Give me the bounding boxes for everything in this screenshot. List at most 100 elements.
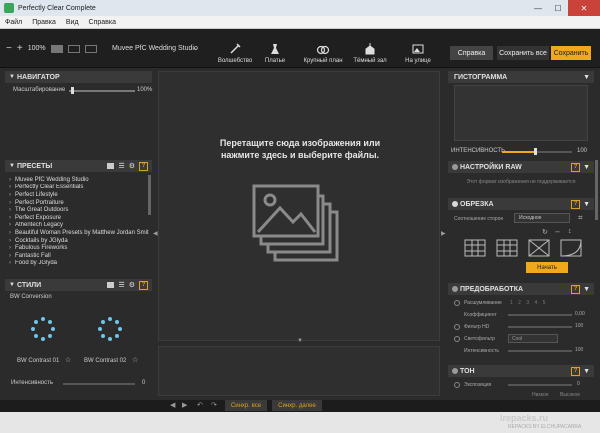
crop-start-button[interactable]: Начать [526,262,568,273]
crop-header[interactable]: ОБРЕЗКА ? ▼ [448,198,594,210]
tone-option-high[interactable]: Высокое [560,392,580,398]
menu-edit[interactable]: Правка [32,19,56,26]
styles-header[interactable]: ▼ СТИЛИ ☰ ⚙ ? [5,279,152,291]
help-icon[interactable]: ? [571,366,580,376]
collapse-icon[interactable]: ▼ [583,74,590,81]
list-item[interactable]: Perfectly Clear Essentials [9,184,149,192]
next-image-icon[interactable]: ▶ [182,401,187,409]
grid-view-icon[interactable] [107,163,115,169]
image-drop-area[interactable]: Перетащите сюда изображения или нажмите … [158,71,440,344]
preset-scrollbar[interactable] [148,175,151,215]
undo-icon[interactable]: ↶ [197,401,203,409]
list-item[interactable]: Muvee PfC Wedding Studio [9,176,149,184]
help-icon[interactable]: ? [139,280,148,290]
crop-ratio-select[interactable]: Исходное [514,213,570,223]
close-icon[interactable]: ✕ [568,0,600,16]
view-single-button[interactable] [50,44,63,53]
left-collapse-arrow-icon[interactable]: ◀ [153,230,158,237]
light-filter-checkbox[interactable] [454,336,460,342]
view-split-button[interactable] [67,44,80,53]
collapse-icon[interactable]: ▼ [583,164,590,171]
favorite-star-icon[interactable]: ☆ [65,356,71,364]
main-intensity-handle[interactable] [534,148,537,155]
collapse-arrow-icon[interactable]: ▼ [297,338,303,344]
help-icon[interactable]: ? [139,161,148,171]
quick-preset-dress[interactable]: Платье [255,31,295,67]
denoise-levels[interactable]: 1 2 3 4 5 [510,300,547,306]
view-compare-button[interactable] [84,44,97,53]
sync-all-button[interactable]: Синхр. все [225,400,267,411]
raw-header[interactable]: НАСТРОЙКИ RAW ? ▼ [448,161,594,173]
denoise-checkbox[interactable] [454,300,460,306]
list-view-icon[interactable]: ☰ [118,162,124,170]
list-view-icon[interactable]: ☰ [118,281,124,289]
prev-image-icon[interactable]: ◀ [170,401,175,409]
scale-slider[interactable] [69,90,135,92]
flip-horizontal-icon[interactable]: ↔ [554,228,561,235]
hd-filter-slider[interactable] [508,326,572,328]
menu-view[interactable]: Вид [66,19,79,26]
light-filter-select[interactable]: Cool [508,334,558,343]
right-scrollbar[interactable] [595,160,598,220]
save-all-button[interactable]: Сохранить все [497,46,549,60]
crop-overlay-options[interactable] [464,239,584,257]
toggle-icon[interactable] [452,201,458,207]
list-item[interactable]: Fantastic Fall [9,252,149,260]
gear-icon[interactable]: ⚙ [129,162,135,170]
navigator-header[interactable]: ▼ НАВИГАТОР [5,71,152,83]
quick-preset-darkroom[interactable]: Тёмный зал [346,31,394,67]
list-item[interactable]: Perfect Portraiture [9,199,149,207]
exposure-slider[interactable] [508,384,572,386]
right-collapse-arrow-icon[interactable]: ▶ [441,230,446,237]
favorite-star-icon[interactable]: ☆ [132,356,138,364]
list-item[interactable]: Fabulous Fireworks [9,244,149,252]
coefficient-slider[interactable] [508,314,572,316]
tone-option-low[interactable]: Низкое [532,392,549,398]
crop-tool-icon[interactable]: ⌗ [578,213,583,223]
style-item-label[interactable]: BW Contrast 02 [84,358,126,364]
toggle-icon[interactable] [452,286,458,292]
preprocess-header[interactable]: ПРЕДОБРАБОТКА ? ▼ [448,283,594,295]
list-item[interactable]: Perfect Lifestyle [9,191,149,199]
quick-preset-magic[interactable]: Волшебство [211,31,259,67]
tone-header[interactable]: ТОН ? ▼ [448,365,594,377]
help-icon[interactable]: ? [571,284,580,294]
list-item[interactable]: Food by JGlyda [9,260,149,268]
pre-intensity-slider[interactable] [508,350,572,352]
quick-preset-closeup[interactable]: Крупный план [299,31,347,67]
grid-view-icon[interactable] [107,282,115,288]
sync-next-button[interactable]: Синхр. далее [272,400,322,411]
histogram-header[interactable]: ГИСТОГРАММА ▼ [448,71,594,83]
exposure-checkbox[interactable] [454,382,460,388]
list-item[interactable]: Beautiful Woman Presets by Matthew Jorda… [9,229,149,237]
preset-select[interactable]: Muvee PfC Wedding Studio ⌄ [108,36,198,60]
presets-header[interactable]: ▼ ПРЕСЕТЫ ☰ ⚙ ? [5,160,152,172]
help-button[interactable]: Справка [450,46,493,60]
save-button[interactable]: Сохранить [551,46,591,60]
help-icon[interactable]: ? [571,162,580,172]
menu-help[interactable]: Справка [89,19,116,26]
list-item[interactable]: The Great Outdoors [9,206,149,214]
collapse-icon[interactable]: ▼ [583,368,590,375]
zoom-out-button[interactable]: − [6,43,12,54]
styles-intensity-slider[interactable] [63,383,135,385]
help-icon[interactable]: ? [571,199,580,209]
list-item[interactable]: Athentech Legacy [9,222,149,230]
style-item-label[interactable]: BW Contrast 01 [17,358,59,364]
menu-file[interactable]: Файл [5,19,22,26]
collapse-icon[interactable]: ▼ [583,286,590,293]
minimize-icon[interactable]: — [528,0,548,16]
toggle-icon[interactable] [452,368,458,374]
maximize-icon[interactable]: ☐ [548,0,568,16]
flip-vertical-icon[interactable]: ↕ [568,228,572,235]
redo-icon[interactable]: ↷ [211,401,217,409]
collapse-icon[interactable]: ▼ [583,201,590,208]
list-item[interactable]: Cocktails by JGlyda [9,237,149,245]
list-item[interactable]: Perfect Exposure [9,214,149,222]
rotate-icon[interactable]: ↻ [542,228,548,236]
quick-preset-outdoor[interactable]: На улице [396,31,440,67]
gear-icon[interactable]: ⚙ [129,281,135,289]
toggle-icon[interactable] [452,164,458,170]
zoom-in-button[interactable]: + [17,43,23,54]
hd-filter-checkbox[interactable] [454,324,460,330]
